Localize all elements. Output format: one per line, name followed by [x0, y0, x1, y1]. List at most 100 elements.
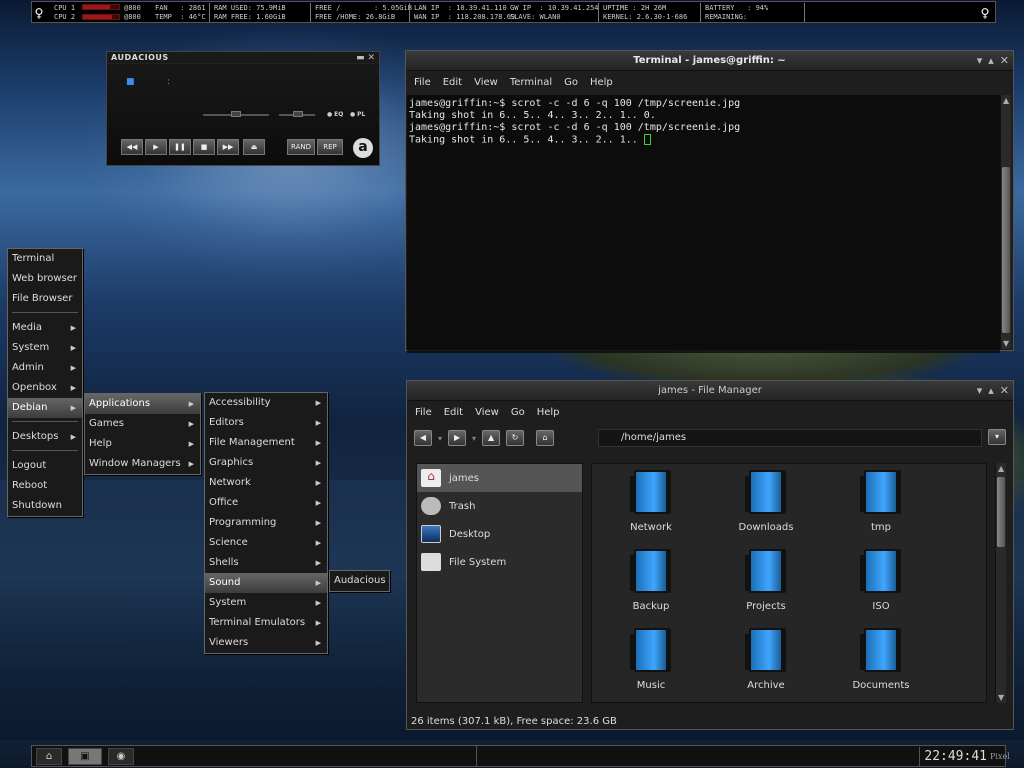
menu-terminal[interactable]: Terminal: [510, 77, 552, 88]
menu-item-file-browser[interactable]: File Browser: [8, 289, 82, 309]
minimize-icon[interactable]: ▾: [977, 51, 983, 71]
forward-button[interactable]: ▶: [448, 430, 467, 446]
menu-edit[interactable]: Edit: [443, 77, 462, 88]
terminal-window[interactable]: Terminal - james@griffin: ~ ▾ ▴ ✕ File Edi…: [405, 50, 1014, 353]
folder-item[interactable]: Downloads: [711, 470, 821, 544]
back-button[interactable]: ◀: [414, 430, 432, 446]
menu-file[interactable]: File: [414, 77, 431, 88]
menu-item-terminal-emulators[interactable]: Terminal Emulators ▶: [205, 613, 327, 633]
file-manager-titlebar[interactable]: james - File Manager ▾ ▴ ✕: [407, 381, 1013, 401]
menu-item-games[interactable]: Games ▶: [85, 414, 200, 434]
window-controls[interactable]: ▬ ✕: [356, 53, 375, 63]
menu-item-applications[interactable]: Applications ▶: [85, 394, 200, 414]
close-icon[interactable]: ✕: [1000, 381, 1009, 401]
menu-item-office[interactable]: Office ▶: [205, 493, 327, 513]
menu-go[interactable]: Go: [511, 407, 525, 418]
menu-help[interactable]: Help: [537, 407, 560, 418]
menu-item-admin[interactable]: Admin ▶: [8, 358, 82, 378]
menu-item-accessibility[interactable]: Accessibility ▶: [205, 393, 327, 413]
back-dropdown-icon[interactable]: ▾: [438, 434, 442, 443]
menu-item-debian[interactable]: Debian ▶: [8, 398, 82, 418]
menu-help[interactable]: Help: [590, 77, 613, 88]
menu-item-graphics[interactable]: Graphics ▶: [205, 453, 327, 473]
menu-item-system[interactable]: System ▶: [8, 338, 82, 358]
folder-item[interactable]: tmp: [826, 470, 936, 544]
terminal-output[interactable]: james@griffin:~$ scrot -c -d 6 -q 100 /t…: [407, 95, 1000, 353]
wan-ip: WAN IP : 118.208.178.69: [414, 13, 516, 21]
reload-button[interactable]: ↻: [506, 430, 525, 446]
menu-item-web-browser[interactable]: Web browser: [8, 269, 82, 289]
menu-item-programming[interactable]: Programming ▶: [205, 513, 327, 533]
folder-item[interactable]: Archive: [711, 628, 821, 702]
menu-item-shells[interactable]: Shells ▶: [205, 553, 327, 573]
maximize-icon[interactable]: ▴: [988, 51, 994, 71]
menu-edit[interactable]: Edit: [444, 407, 463, 418]
file-grid[interactable]: Network Downloads tmp Backup Projects IS…: [591, 463, 987, 703]
home-icon[interactable]: ⌂: [36, 748, 62, 765]
folder-item[interactable]: Network: [596, 470, 706, 544]
play-button[interactable]: ▶: [145, 139, 167, 155]
terminal-task-icon[interactable]: ▣: [68, 748, 102, 765]
next-button[interactable]: ▶▶: [217, 139, 239, 155]
menu-item-system[interactable]: System ▶: [205, 593, 327, 613]
menu-item-viewers[interactable]: Viewers ▶: [205, 633, 327, 653]
volume-knob[interactable]: [231, 111, 241, 117]
menu-item-help[interactable]: Help ▶: [85, 434, 200, 454]
forward-dropdown-icon[interactable]: ▾: [472, 434, 476, 443]
menu-item-editors[interactable]: Editors ▶: [205, 413, 327, 433]
sidebar-item-james[interactable]: ⌂ james: [417, 464, 582, 492]
terminal-titlebar[interactable]: Terminal - james@griffin: ~ ▾ ▴ ✕: [406, 51, 1013, 71]
menu-file[interactable]: File: [415, 407, 432, 418]
menu-view[interactable]: View: [475, 407, 499, 418]
scrollbar-thumb[interactable]: [997, 477, 1005, 547]
sidebar-item-desktop[interactable]: Desktop: [417, 520, 582, 548]
gateway-ip: GW IP : 10.39.41.254: [510, 4, 599, 12]
repeat-button[interactable]: REP: [317, 139, 343, 155]
menu-item-terminal[interactable]: Terminal: [8, 249, 82, 269]
balance-knob[interactable]: [293, 111, 303, 117]
folder-item[interactable]: Projects: [711, 549, 821, 623]
maximize-icon[interactable]: ▴: [988, 381, 994, 401]
sidebar-item-trash[interactable]: Trash: [417, 492, 582, 520]
audacious-title: AUDACIOUS: [111, 53, 169, 62]
close-icon[interactable]: ✕: [1000, 51, 1009, 71]
menu-item-network[interactable]: Network ▶: [205, 473, 327, 493]
playlist-toggle[interactable]: ● PL: [350, 111, 365, 118]
eq-toggle[interactable]: ● EQ: [327, 111, 343, 118]
scrollbar-thumb[interactable]: [1002, 167, 1010, 333]
location-dropdown-icon[interactable]: ▾: [988, 429, 1006, 445]
menu-item-file-management[interactable]: File Management ▶: [205, 433, 327, 453]
menu-item-audacious[interactable]: Audacious: [330, 571, 389, 591]
menu-item-openbox[interactable]: Openbox ▶: [8, 378, 82, 398]
file-manager-window[interactable]: james - File Manager ▾ ▴ ✕ File Edit View …: [406, 380, 1014, 730]
pause-button[interactable]: ❚❚: [169, 139, 191, 155]
folder-item[interactable]: Backup: [596, 549, 706, 623]
menu-item-science[interactable]: Science ▶: [205, 533, 327, 553]
menu-item-logout[interactable]: Logout: [8, 456, 82, 476]
sidebar-item-filesystem[interactable]: File System: [417, 548, 582, 576]
menu-item-desktops[interactable]: Desktops ▶: [8, 427, 82, 447]
menu-item-window-managers[interactable]: Window Managers ▶: [85, 454, 200, 474]
folder-item[interactable]: Music: [596, 628, 706, 702]
random-button[interactable]: RAND: [287, 139, 315, 155]
menu-item-reboot[interactable]: Reboot: [8, 476, 82, 496]
menu-item-media[interactable]: Media ▶: [8, 318, 82, 338]
stop-button[interactable]: ■: [193, 139, 215, 155]
audacious-player[interactable]: AUDACIOUS ▬ ✕ ■ : ● EQ ● PL ◀◀ ▶ ❚❚ ■ ▶▶…: [106, 51, 380, 166]
menu-item-shutdown[interactable]: Shutdown: [8, 496, 82, 516]
circle-icon[interactable]: ◉: [108, 748, 134, 765]
terminal-scrollbar[interactable]: ▲ ▼: [1000, 95, 1011, 349]
menu-item-sound[interactable]: Sound ▶: [205, 573, 327, 593]
folder-item[interactable]: ISO: [826, 549, 936, 623]
menu-go[interactable]: Go: [564, 77, 578, 88]
desktop-icon: [421, 525, 441, 543]
up-button[interactable]: ▲: [482, 430, 501, 446]
folder-item[interactable]: Documents: [826, 628, 936, 702]
minimize-icon[interactable]: ▾: [977, 381, 983, 401]
previous-button[interactable]: ◀◀: [121, 139, 143, 155]
file-grid-scrollbar[interactable]: ▲ ▼: [995, 463, 1006, 703]
home-button[interactable]: ⌂: [536, 430, 555, 446]
location-bar[interactable]: /home/james: [598, 429, 982, 447]
menu-view[interactable]: View: [474, 77, 498, 88]
eject-button[interactable]: ⏏: [243, 139, 265, 155]
